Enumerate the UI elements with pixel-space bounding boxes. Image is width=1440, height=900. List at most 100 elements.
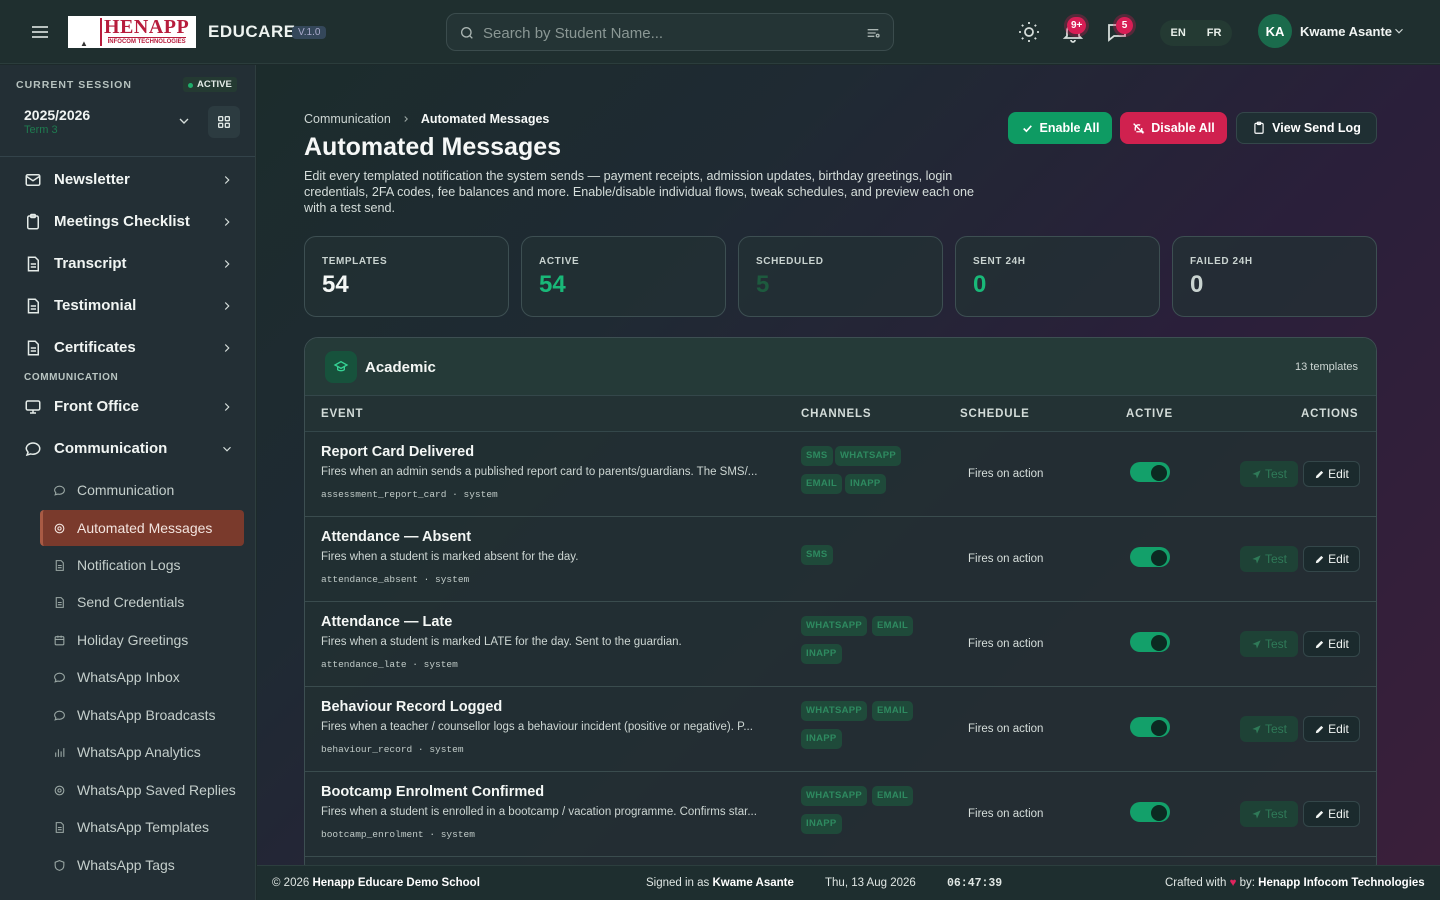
document-icon (24, 255, 42, 273)
footer-date: Thu, 13 Aug 2026 (825, 877, 916, 889)
channel-chip: EMAIL (872, 786, 914, 806)
sidebar-subitem-whatsapp-saved-replies[interactable]: WhatsApp Saved Replies (40, 772, 244, 808)
sidebar-subitem-notification-logs[interactable]: Notification Logs (40, 547, 244, 583)
event-name: Attendance — Late (321, 614, 453, 630)
active-toggle[interactable] (1130, 632, 1170, 652)
active-toggle[interactable] (1130, 802, 1170, 822)
test-send-button[interactable]: Test (1240, 801, 1298, 827)
sidebar-subitem-whatsapp-analytics[interactable]: WhatsApp Analytics (40, 734, 244, 770)
stat-value: 5 (756, 271, 770, 298)
sidebar-item-certificates[interactable]: Certificates (16, 330, 244, 366)
messages-chat-icon[interactable]: 5 (1105, 17, 1133, 44)
stat-card-sent-24h: SENT 24H 0 (955, 236, 1160, 317)
main-content: Communication Automated Messages Automat… (257, 65, 1440, 865)
disable-all-label: Disable All (1151, 121, 1215, 135)
table-row: Attendance — Late Fires when a student i… (305, 602, 1376, 687)
panel-header: Academic 13 templates (305, 338, 1376, 396)
test-label: Test (1264, 807, 1287, 821)
mail-icon (24, 171, 42, 189)
sidebar-item-newsletter[interactable]: Newsletter (16, 162, 244, 198)
sidebar-subitem-send-credentials[interactable]: Send Credentials (40, 584, 244, 620)
event-name: Bootcamp Enrolment Confirmed (321, 784, 545, 800)
view-send-log-button[interactable]: View Send Log (1236, 112, 1377, 144)
search-input[interactable] (483, 22, 853, 44)
footer-user: Kwame Asante (712, 877, 794, 889)
channel-chip: EMAIL (872, 701, 914, 721)
event-description: Fires when a student is enrolled in a bo… (321, 806, 757, 818)
edit-button[interactable]: Edit (1303, 461, 1360, 487)
footer-school: Henapp Educare Demo School (312, 877, 480, 889)
sidebar-item-label: Transcript (54, 255, 127, 272)
stat-label: SCHEDULED (756, 256, 824, 267)
sidebar-item-label: Newsletter (54, 171, 130, 188)
sidebar-item-transcript[interactable]: Transcript (16, 246, 244, 282)
test-send-button[interactable]: Test (1240, 716, 1298, 742)
chevron-right-icon (220, 173, 234, 187)
col-channels: CHANNELS (801, 408, 872, 420)
bell-off-icon (1133, 122, 1145, 134)
view-send-log-label: View Send Log (1272, 121, 1361, 135)
apps-grid-button[interactable] (208, 106, 240, 138)
test-send-button[interactable]: Test (1240, 546, 1298, 572)
channel-chip: EMAIL (872, 616, 914, 636)
logo-mark-icon: ▲ (80, 39, 88, 48)
edit-button[interactable]: Edit (1303, 631, 1360, 657)
active-toggle[interactable] (1130, 547, 1170, 567)
session-status-badge: ACTIVE (183, 77, 237, 92)
disable-all-button[interactable]: Disable All (1120, 112, 1227, 144)
stat-value: 54 (322, 271, 349, 298)
sidebar-item-communication[interactable]: Communication (16, 431, 244, 467)
edit-button[interactable]: Edit (1303, 546, 1360, 572)
menu-icon[interactable] (28, 20, 52, 44)
sidebar-subitem-automated-messages[interactable]: Automated Messages (40, 510, 244, 546)
pencil-icon (1315, 640, 1324, 648)
sidebar-item-label: Communication (54, 440, 168, 457)
sidebar-item-testimonial[interactable]: Testimonial (16, 288, 244, 324)
stat-value: 54 (539, 271, 566, 298)
active-toggle[interactable] (1130, 717, 1170, 737)
test-send-button[interactable]: Test (1240, 461, 1298, 487)
sidebar-subitem-whatsapp-tags[interactable]: WhatsApp Tags (40, 847, 244, 883)
document-icon (53, 559, 66, 572)
enable-all-button[interactable]: Enable All (1008, 112, 1112, 144)
sidebar-subitem-holiday-greetings[interactable]: Holiday Greetings (40, 622, 244, 658)
lang-fr-option[interactable]: FR (1207, 27, 1222, 39)
stat-value: 0 (1190, 271, 1204, 298)
active-toggle[interactable] (1130, 462, 1170, 482)
footer-copyright: © 2026 Henapp Educare Demo School (272, 877, 480, 889)
sidebar-subitem-communication[interactable]: Communication (40, 472, 244, 508)
channel-chip: EMAIL (801, 474, 843, 494)
sidebar-subitem-whatsapp-templates[interactable]: WhatsApp Templates (40, 809, 244, 845)
edit-button[interactable]: Edit (1303, 801, 1360, 827)
sidebar-subitem-whatsapp-broadcasts[interactable]: WhatsApp Broadcasts (40, 697, 244, 733)
stat-label: FAILED 24H (1190, 256, 1253, 267)
test-send-button[interactable]: Test (1240, 631, 1298, 657)
sidebar-item-front-office[interactable]: Front Office (16, 389, 244, 425)
filter-icon[interactable] (865, 25, 881, 41)
sidebar-subitem-whatsapp-inbox[interactable]: WhatsApp Inbox (40, 659, 244, 695)
session-year: 2025/2026 (24, 107, 91, 123)
edit-button[interactable]: Edit (1303, 716, 1360, 742)
chat-bubble-icon (24, 440, 42, 458)
notification-count-badge: 9+ (1067, 17, 1087, 34)
col-schedule: SCHEDULE (960, 408, 1030, 420)
app-name: EDUCARE (208, 22, 296, 41)
theme-toggle-sun-icon[interactable] (1017, 20, 1041, 44)
lang-en-option[interactable]: EN (1171, 27, 1186, 39)
panel-title: Academic (365, 359, 436, 376)
user-name: Kwame Asante (1300, 23, 1392, 39)
table-row: Attendance — Absent Fires when a student… (305, 517, 1376, 602)
notifications-bell-icon[interactable]: 9+ (1061, 17, 1087, 44)
chevron-right-icon (220, 341, 234, 355)
company-logo[interactable]: ▲ HENAPP INFOCOM TECHNOLOGIES (68, 16, 196, 48)
clipboard-icon (1254, 121, 1264, 134)
session-dropdown-chevron-icon[interactable] (176, 113, 192, 129)
breadcrumb-parent-link[interactable]: Communication (304, 112, 391, 126)
sidebar-section-label: COMMUNICATION (24, 372, 119, 383)
user-menu[interactable]: KA Kwame Asante (1258, 14, 1403, 48)
channel-chip: INAPP (801, 644, 842, 664)
sidebar-item-meetings-checklist[interactable]: Meetings Checklist (16, 204, 244, 240)
channel-chip: SMS (801, 545, 833, 565)
gear-icon (53, 784, 66, 797)
heart-icon: ♥ (1229, 877, 1237, 889)
